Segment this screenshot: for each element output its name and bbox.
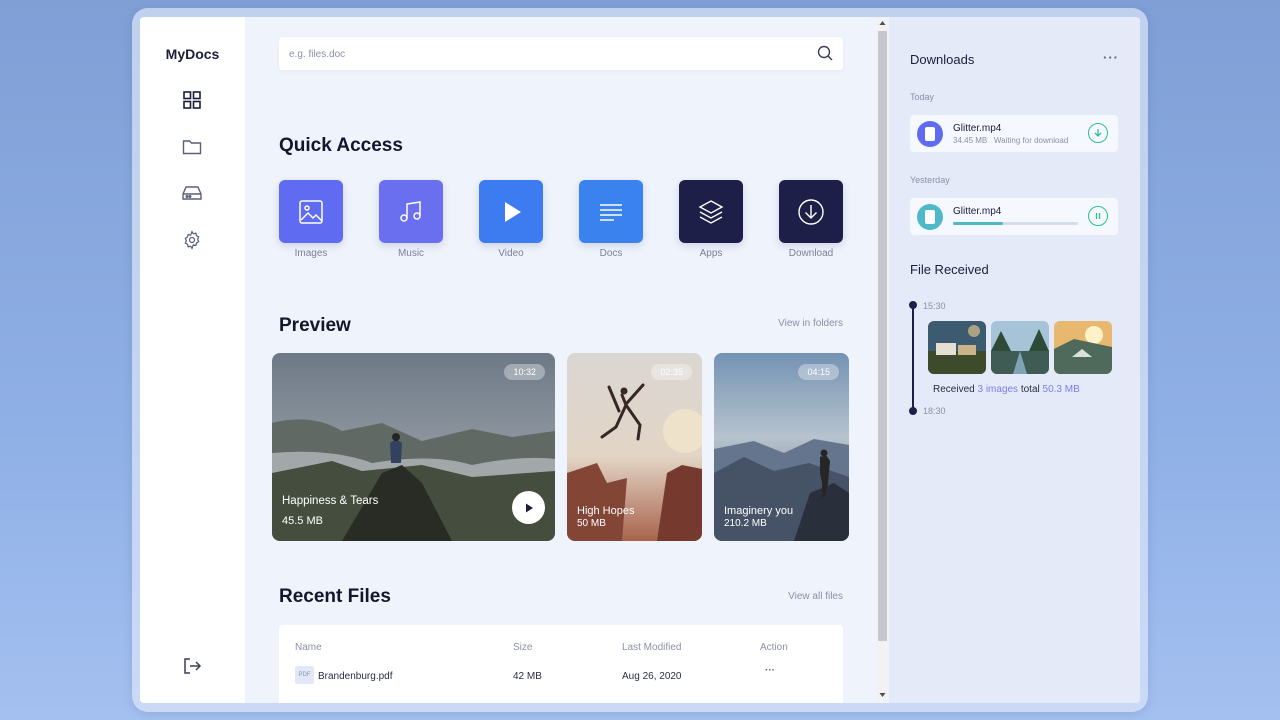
download-file-name: Glitter.mp4 <box>953 123 1002 134</box>
group-label-today: Today <box>910 92 935 102</box>
downloads-title: Downloads <box>910 52 975 67</box>
file-modified: Aug 26, 2020 <box>622 671 682 682</box>
scroll-down-arrow-icon[interactable] <box>879 692 886 698</box>
quick-access-apps[interactable]: Apps <box>679 180 743 259</box>
download-status: Waiting for download <box>993 136 1069 145</box>
received-summary-prefix: Received <box>933 384 975 395</box>
card-size: 210.2 MB <box>724 518 767 529</box>
sidebar: MyDocs <box>140 17 245 703</box>
quick-access-video[interactable]: Video <box>479 180 543 259</box>
play-button[interactable] <box>512 491 545 524</box>
card-title: Happiness & Tears <box>282 495 379 507</box>
recent-files-table: Name Size Last Modified Action PDF Brand… <box>279 625 843 703</box>
column-header-name[interactable]: Name <box>295 642 322 653</box>
download-item[interactable]: Glitter.mp4 <box>910 198 1118 235</box>
file-size: 42 MB <box>513 671 542 682</box>
dashboard-icon[interactable] <box>180 88 204 112</box>
card-title: Imaginery you <box>724 505 794 517</box>
duration-badge: 02:35 <box>651 364 692 380</box>
preview-title: Preview <box>279 315 351 336</box>
app-window: MyDocs Quick Access Image <box>140 17 1140 703</box>
received-summary-mid: total <box>1020 384 1040 395</box>
view-in-folders-link[interactable]: View in folders <box>778 318 843 329</box>
scroll-up-arrow-icon[interactable] <box>879 20 886 26</box>
brand-logo: MyDocs <box>165 46 220 62</box>
timeline-dot <box>909 301 917 309</box>
column-header-size[interactable]: Size <box>513 642 532 653</box>
download-progress-fill <box>953 222 1003 225</box>
quick-access-label: Docs <box>599 248 623 259</box>
download-file-name: Glitter.mp4 <box>953 206 1002 217</box>
file-icon <box>917 121 943 147</box>
download-meta: 34.45 MB Waiting for download <box>953 136 1068 145</box>
logout-icon[interactable] <box>180 654 204 678</box>
file-received-title: File Received <box>910 262 989 277</box>
timeline-line <box>912 303 914 411</box>
quick-access-label: Music <box>397 248 425 259</box>
view-all-files-link[interactable]: View all files <box>788 591 843 602</box>
document-icon <box>579 180 643 243</box>
scrollbar-thumb[interactable] <box>878 31 887 641</box>
layers-icon <box>679 180 743 243</box>
more-options-icon[interactable]: ··· <box>1103 50 1119 65</box>
duration-badge: 04:15 <box>798 364 839 380</box>
received-image-thumbnail[interactable] <box>1054 321 1112 374</box>
received-count-link[interactable]: 3 images <box>977 384 1018 395</box>
right-panel: Downloads ··· Today Glitter.mp4 34.45 MB… <box>889 17 1140 703</box>
received-image-thumbnail[interactable] <box>991 321 1049 374</box>
quick-access-images[interactable]: Images <box>279 180 343 259</box>
image-icon <box>279 180 343 243</box>
file-icon <box>917 204 943 230</box>
quick-access-label: Images <box>294 248 328 259</box>
duration-badge: 10:32 <box>504 364 545 380</box>
preview-card-happiness[interactable]: 10:32 Happiness & Tears 45.5 MB <box>272 353 555 541</box>
file-name[interactable]: Brandenburg.pdf <box>318 671 393 682</box>
download-arrow-icon[interactable] <box>1088 123 1108 143</box>
search-bar <box>279 37 843 70</box>
recent-files-title: Recent Files <box>279 586 391 607</box>
received-image-thumbnail[interactable] <box>928 321 986 374</box>
received-summary: Received 3 images total 50.3 MB <box>933 384 1080 395</box>
quick-access-label: Video <box>498 248 524 259</box>
play-icon <box>479 180 543 243</box>
folder-icon[interactable] <box>180 135 204 159</box>
main-scrollbar[interactable] <box>876 17 889 703</box>
preview-card-imaginery[interactable]: 04:15 Imaginery you 210.2 MB <box>714 353 849 541</box>
download-size: 34.45 MB <box>953 136 988 145</box>
quick-access-music[interactable]: Music <box>379 180 443 259</box>
more-actions-icon[interactable]: ··· <box>765 665 775 676</box>
drive-icon[interactable] <box>180 181 204 205</box>
timeline-start-time: 15:30 <box>923 301 946 311</box>
pause-icon[interactable] <box>1088 206 1108 226</box>
settings-gear-icon[interactable] <box>180 228 204 252</box>
quick-access-title: Quick Access <box>279 135 403 156</box>
search-icon[interactable] <box>817 45 833 61</box>
download-item[interactable]: Glitter.mp4 34.45 MB Waiting for downloa… <box>910 115 1118 152</box>
download-progress-bar <box>953 222 1078 225</box>
column-header-modified[interactable]: Last Modified <box>622 642 681 653</box>
quick-access-download[interactable]: Download <box>779 180 843 259</box>
card-size: 45.5 MB <box>282 515 323 527</box>
download-icon <box>779 180 843 243</box>
received-total: 50.3 MB <box>1042 384 1080 395</box>
music-icon <box>379 180 443 243</box>
card-size: 50 MB <box>577 518 606 529</box>
group-label-yesterday: Yesterday <box>910 175 950 185</box>
search-input[interactable] <box>289 45 789 63</box>
quick-access-label: Download <box>788 248 834 259</box>
pdf-file-icon: PDF <box>295 666 314 684</box>
quick-access-label: Apps <box>699 248 723 259</box>
timeline-end-time: 18:30 <box>923 406 946 416</box>
timeline-dot <box>909 407 917 415</box>
column-header-action: Action <box>760 642 788 653</box>
main-content: Quick Access Images Music Video Docs <box>245 17 876 703</box>
preview-card-high-hopes[interactable]: 02:35 High Hopes 50 MB <box>567 353 702 541</box>
card-title: High Hopes <box>577 505 635 517</box>
quick-access-docs[interactable]: Docs <box>579 180 643 259</box>
